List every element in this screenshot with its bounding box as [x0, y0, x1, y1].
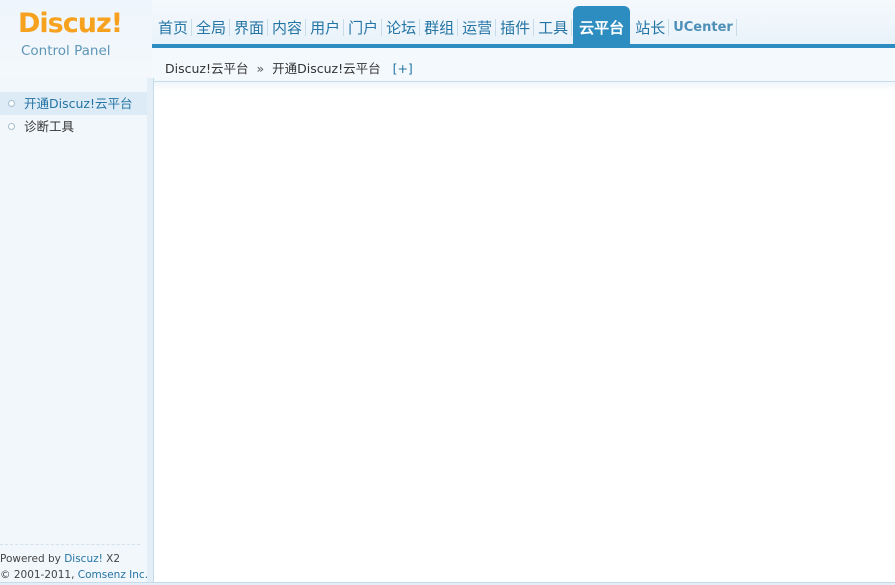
- sidebar-menu: 开通Discuz!云平台 诊断工具: [0, 92, 147, 138]
- nav-tab-tools[interactable]: 工具: [534, 6, 573, 44]
- copyright: © 2001-2011, Comsenz Inc.: [0, 569, 149, 581]
- logo-subtitle: Control Panel: [21, 43, 111, 59]
- comsenz-link[interactable]: Comsenz Inc.: [78, 569, 148, 581]
- bullet-icon: [8, 100, 15, 107]
- main-content: [154, 82, 895, 582]
- sidebar-footer: Powered by Discuz! X2 © 2001-2011, Comse…: [0, 544, 149, 583]
- sidebar-item-open-cloud[interactable]: 开通Discuz!云平台: [0, 92, 147, 115]
- breadcrumb-separator: »: [256, 61, 265, 76]
- nav-tab-forum[interactable]: 论坛: [382, 6, 421, 44]
- nav-tab-users[interactable]: 用户: [306, 6, 345, 44]
- admin-control-panel: Discuz! Control Panel 首页 全局 界面 内容 用户 门户 …: [0, 0, 895, 585]
- breadcrumb: Discuz!云平台 » 开通Discuz!云平台 [+]: [165, 58, 413, 77]
- logo[interactable]: Discuz! Control Panel: [0, 0, 152, 78]
- logo-wordmark: Discuz!: [18, 8, 123, 39]
- sidebar-divider[interactable]: [147, 78, 154, 585]
- sidebar: 开通Discuz!云平台 诊断工具 Powered by Discuz! X2 …: [0, 78, 149, 585]
- breadcrumb-root: Discuz!云平台: [165, 61, 249, 76]
- nav-tab-operations[interactable]: 运营: [458, 6, 497, 44]
- sidebar-item-label: 诊断工具: [24, 119, 75, 134]
- sidebar-item-label: 开通Discuz!云平台: [24, 96, 133, 111]
- sidebar-item-diagnostics[interactable]: 诊断工具: [0, 115, 147, 138]
- nav-tab-cloud[interactable]: 云平台: [573, 6, 631, 44]
- bullet-icon: [8, 123, 15, 130]
- nav-tab-interface[interactable]: 界面: [230, 6, 269, 44]
- nav-tab-webmaster[interactable]: 站长: [631, 6, 670, 44]
- nav-tab-home[interactable]: 首页: [154, 6, 193, 44]
- nav-tab-content[interactable]: 内容: [268, 6, 307, 44]
- breadcrumb-bar: Discuz!云平台 » 开通Discuz!云平台 [+]: [152, 48, 895, 82]
- nav-tab-global[interactable]: 全局: [192, 6, 231, 44]
- nav-tab-ucenter[interactable]: UCenter: [669, 6, 737, 44]
- powered-by: Powered by Discuz! X2: [0, 553, 121, 565]
- breadcrumb-current: 开通Discuz!云平台: [272, 61, 381, 76]
- nav-tab-portal[interactable]: 门户: [344, 6, 383, 44]
- nav-tab-groups[interactable]: 群组: [420, 6, 459, 44]
- discuz-link[interactable]: Discuz!: [64, 553, 103, 565]
- breadcrumb-expand-button[interactable]: [+]: [393, 61, 413, 76]
- nav-tab-plugins[interactable]: 插件: [496, 6, 535, 44]
- top-nav: 首页 全局 界面 内容 用户 门户 论坛 群组 运营 插件 工具 云平台 站长 …: [154, 6, 737, 44]
